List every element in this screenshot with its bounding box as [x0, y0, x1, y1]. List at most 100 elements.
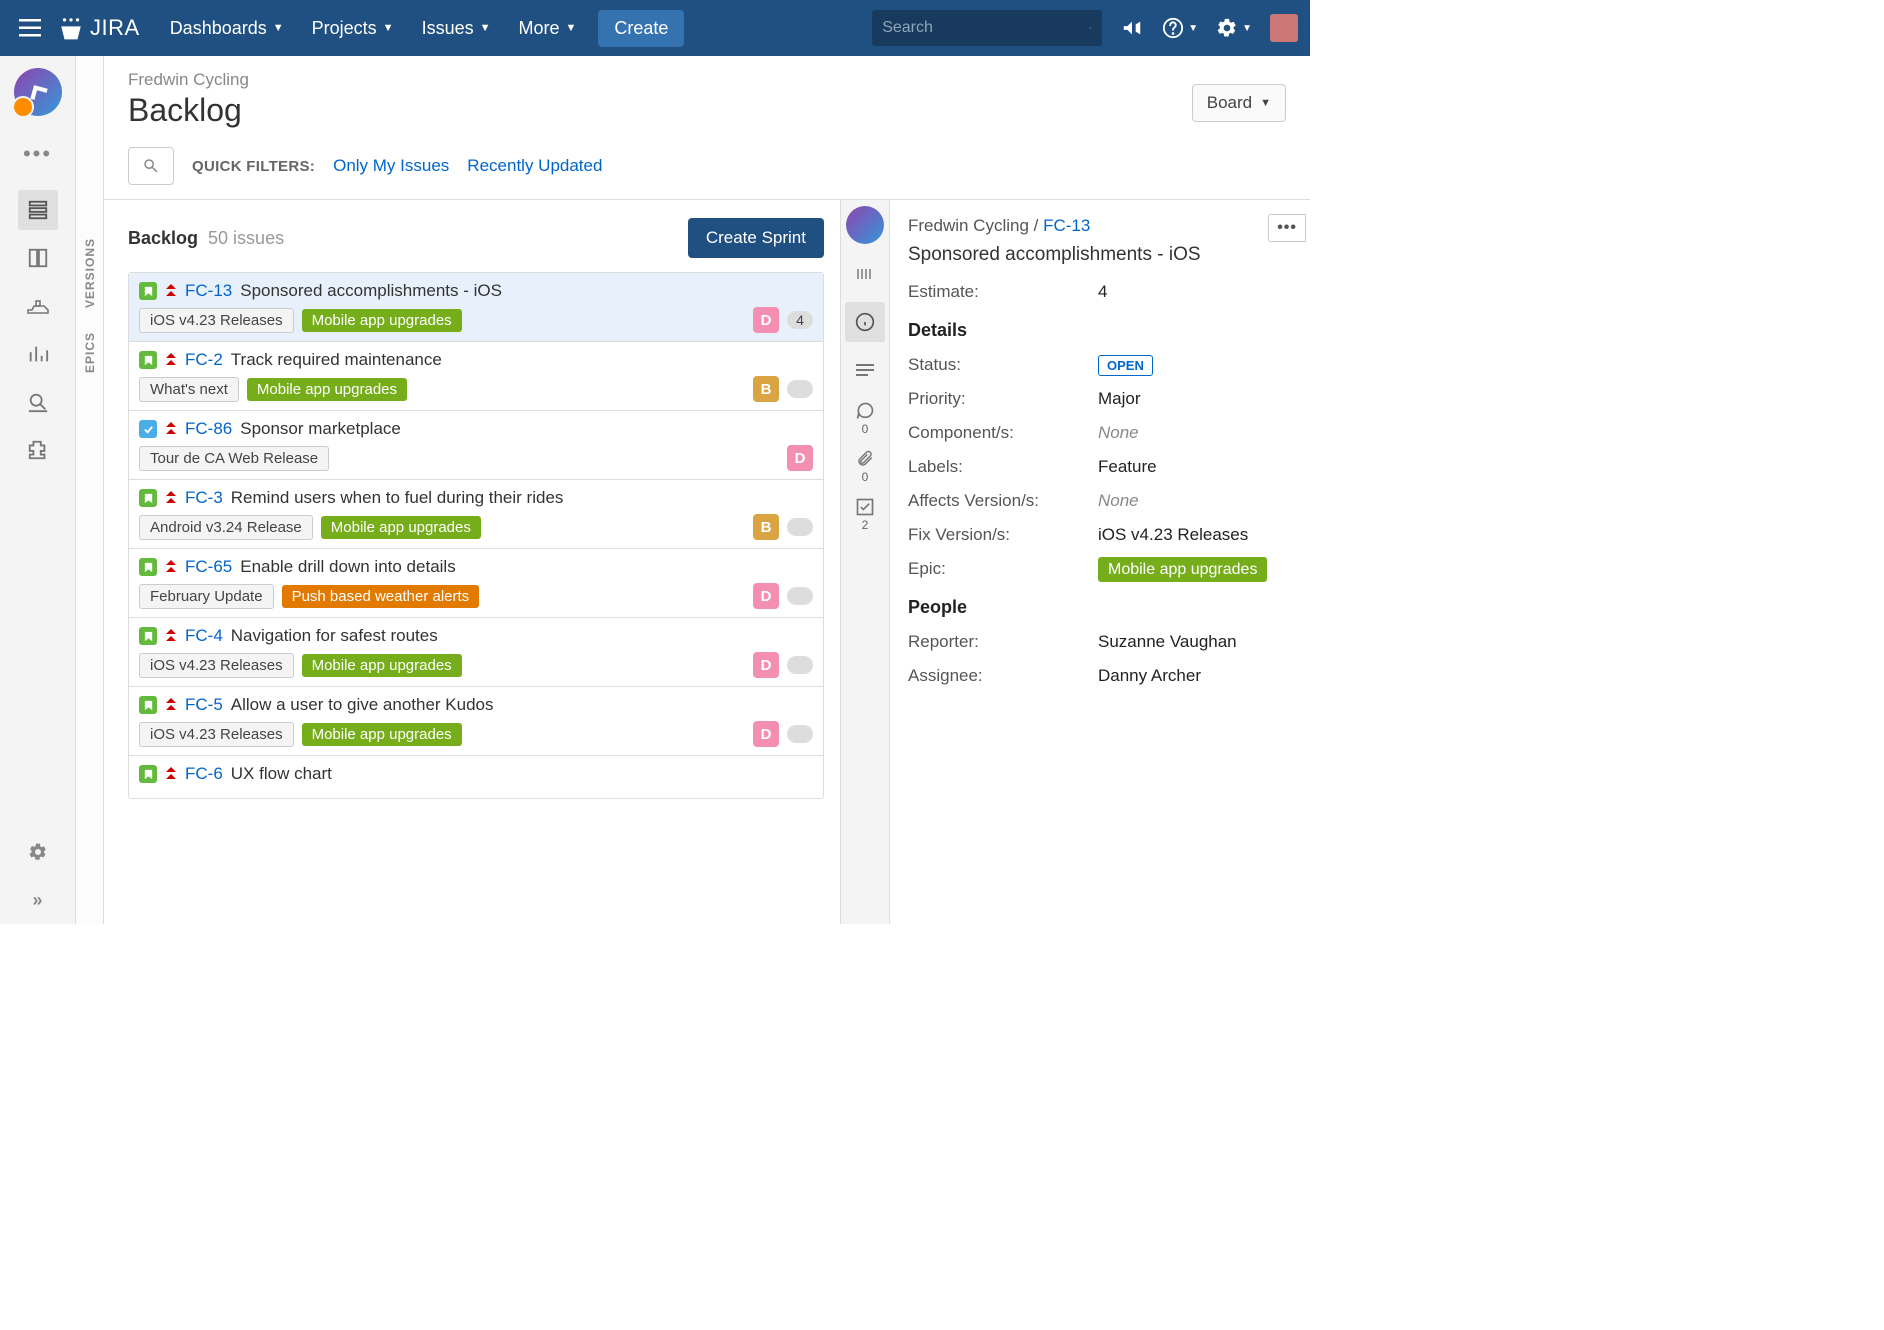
detail-more-button[interactable]: ••• [1268, 214, 1306, 242]
nav-projects[interactable]: Projects▼ [300, 10, 406, 47]
epic-badge[interactable]: Mobile app upgrades [1098, 557, 1267, 582]
estimate-pill [787, 587, 813, 605]
assignee-avatar[interactable]: B [753, 376, 779, 402]
project-avatar[interactable] [14, 68, 62, 116]
rail-more-icon[interactable]: ••• [18, 134, 58, 174]
rail-expand-icon[interactable]: » [18, 880, 58, 920]
issue-summary: Sponsor marketplace [240, 419, 401, 439]
priority-icon [165, 352, 177, 368]
version-pill[interactable]: iOS v4.23 Releases [139, 308, 294, 333]
priority-value[interactable]: Major [1098, 389, 1141, 409]
version-pill[interactable]: What's next [139, 377, 239, 402]
epic-pill[interactable]: Mobile app upgrades [321, 516, 481, 539]
assignee-avatar[interactable]: D [753, 721, 779, 747]
issue-key[interactable]: FC-65 [185, 557, 232, 577]
issue-key[interactable]: FC-5 [185, 695, 223, 715]
detail-rail-comments-icon[interactable]: 0 [845, 398, 885, 438]
issue-summary: Allow a user to give another Kudos [231, 695, 494, 715]
filter-only-my-issues[interactable]: Only My Issues [333, 156, 449, 176]
epic-pill[interactable]: Push based weather alerts [282, 585, 480, 608]
issue-item[interactable]: FC-65 Enable drill down into details Feb… [129, 549, 823, 618]
issue-item[interactable]: FC-5 Allow a user to give another Kudos … [129, 687, 823, 756]
version-pill[interactable]: February Update [139, 584, 274, 609]
detail-project-avatar[interactable] [846, 206, 884, 244]
assignee-avatar[interactable]: D [753, 652, 779, 678]
epic-label: Epic: [908, 559, 1098, 579]
labels-value[interactable]: Feature [1098, 457, 1157, 477]
status-badge[interactable]: OPEN [1098, 355, 1153, 376]
issue-key[interactable]: FC-2 [185, 350, 223, 370]
search-input[interactable] [882, 19, 1089, 37]
story-type-icon [139, 765, 157, 783]
issue-item[interactable]: FC-4 Navigation for safest routes iOS v4… [129, 618, 823, 687]
fix-value[interactable]: iOS v4.23 Releases [1098, 525, 1248, 545]
issue-key[interactable]: FC-13 [185, 281, 232, 301]
rail-issues-icon[interactable] [18, 382, 58, 422]
rail-backlog-icon[interactable] [18, 190, 58, 230]
versions-tab[interactable]: VERSIONS [81, 226, 99, 320]
estimate-value[interactable]: 4 [1098, 282, 1107, 302]
components-value[interactable]: None [1098, 423, 1139, 443]
issue-key[interactable]: FC-86 [185, 419, 232, 439]
version-pill[interactable]: Tour de CA Web Release [139, 446, 329, 471]
filter-search-button[interactable] [128, 147, 174, 185]
assignee-avatar[interactable]: D [753, 583, 779, 609]
create-button[interactable]: Create [598, 10, 684, 47]
rail-addons-icon[interactable] [18, 430, 58, 470]
detail-rail-subtasks-icon[interactable]: 2 [845, 494, 885, 534]
issue-key[interactable]: FC-6 [185, 764, 223, 784]
nav-issues[interactable]: Issues▼ [410, 10, 503, 47]
search-box[interactable] [872, 10, 1102, 46]
assignee-avatar[interactable]: D [787, 445, 813, 471]
issue-summary: Track required maintenance [231, 350, 442, 370]
rail-reports-icon[interactable] [18, 334, 58, 374]
epic-pill[interactable]: Mobile app upgrades [302, 309, 462, 332]
backlog-column: Backlog 50 issues Create Sprint FC-13 Sp… [104, 200, 840, 924]
reporter-value[interactable]: Suzanne Vaughan [1098, 632, 1237, 652]
issue-item[interactable]: FC-13 Sponsored accomplishments - iOS iO… [129, 273, 823, 342]
priority-icon [165, 490, 177, 506]
issue-key[interactable]: FC-3 [185, 488, 223, 508]
breadcrumb-project[interactable]: Fredwin Cycling [908, 216, 1029, 235]
affects-value[interactable]: None [1098, 491, 1139, 511]
version-pill[interactable]: iOS v4.23 Releases [139, 722, 294, 747]
project-name[interactable]: Fredwin Cycling [128, 70, 1192, 90]
issue-item[interactable]: FC-86 Sponsor marketplace Tour de CA Web… [129, 411, 823, 480]
assignee-avatar[interactable]: D [753, 307, 779, 333]
issue-item[interactable]: FC-2 Track required maintenance What's n… [129, 342, 823, 411]
estimate-pill [787, 656, 813, 674]
nav-dashboards[interactable]: Dashboards▼ [158, 10, 296, 47]
jira-logo[interactable]: JIRA [58, 15, 140, 41]
detail-rail-fields-icon[interactable] [845, 254, 885, 294]
create-sprint-button[interactable]: Create Sprint [688, 218, 824, 258]
detail-rail-details-icon[interactable] [845, 302, 885, 342]
nav-more[interactable]: More▼ [506, 10, 588, 47]
settings-icon[interactable]: ▼ [1216, 17, 1252, 39]
filter-recently-updated[interactable]: Recently Updated [467, 156, 602, 176]
megaphone-icon[interactable] [1120, 16, 1144, 40]
assignee-avatar[interactable]: B [753, 514, 779, 540]
version-pill[interactable]: iOS v4.23 Releases [139, 653, 294, 678]
board-dropdown[interactable]: Board▼ [1192, 84, 1286, 122]
breadcrumb-key[interactable]: FC-13 [1043, 216, 1090, 235]
epic-pill[interactable]: Mobile app upgrades [302, 654, 462, 677]
issue-summary: Remind users when to fuel during their r… [231, 488, 564, 508]
epic-pill[interactable]: Mobile app upgrades [247, 378, 407, 401]
epic-pill[interactable]: Mobile app upgrades [302, 723, 462, 746]
assignee-value[interactable]: Danny Archer [1098, 666, 1201, 686]
hamburger-icon[interactable] [12, 10, 48, 46]
help-icon[interactable]: ▼ [1162, 17, 1198, 39]
issue-key[interactable]: FC-4 [185, 626, 223, 646]
issue-item[interactable]: FC-3 Remind users when to fuel during th… [129, 480, 823, 549]
detail-rail-attachments-icon[interactable]: 0 [845, 446, 885, 486]
rail-settings-icon[interactable] [18, 832, 58, 872]
user-avatar[interactable] [1270, 14, 1298, 42]
rail-releases-icon[interactable] [18, 286, 58, 326]
detail-rail-description-icon[interactable] [845, 350, 885, 390]
priority-icon [165, 697, 177, 713]
logo-text: JIRA [90, 15, 140, 41]
version-pill[interactable]: Android v3.24 Release [139, 515, 313, 540]
rail-board-icon[interactable] [18, 238, 58, 278]
epics-tab[interactable]: EPICS [81, 320, 99, 385]
issue-item[interactable]: FC-6 UX flow chart [129, 756, 823, 798]
